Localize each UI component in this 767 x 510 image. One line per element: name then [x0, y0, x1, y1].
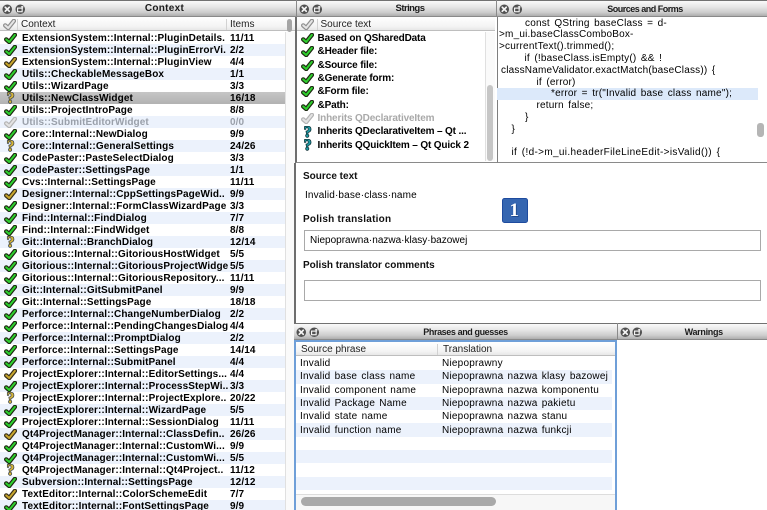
- svg-text:?: ?: [7, 92, 15, 104]
- svg-text:?: ?: [303, 126, 311, 138]
- svg-text:?: ?: [7, 464, 15, 476]
- svg-text:1: 1: [510, 199, 520, 220]
- svg-text:?: ?: [303, 139, 311, 151]
- svg-text:?: ?: [7, 392, 15, 404]
- svg-text:?: ?: [7, 236, 15, 248]
- svg-text:?: ?: [7, 140, 15, 152]
